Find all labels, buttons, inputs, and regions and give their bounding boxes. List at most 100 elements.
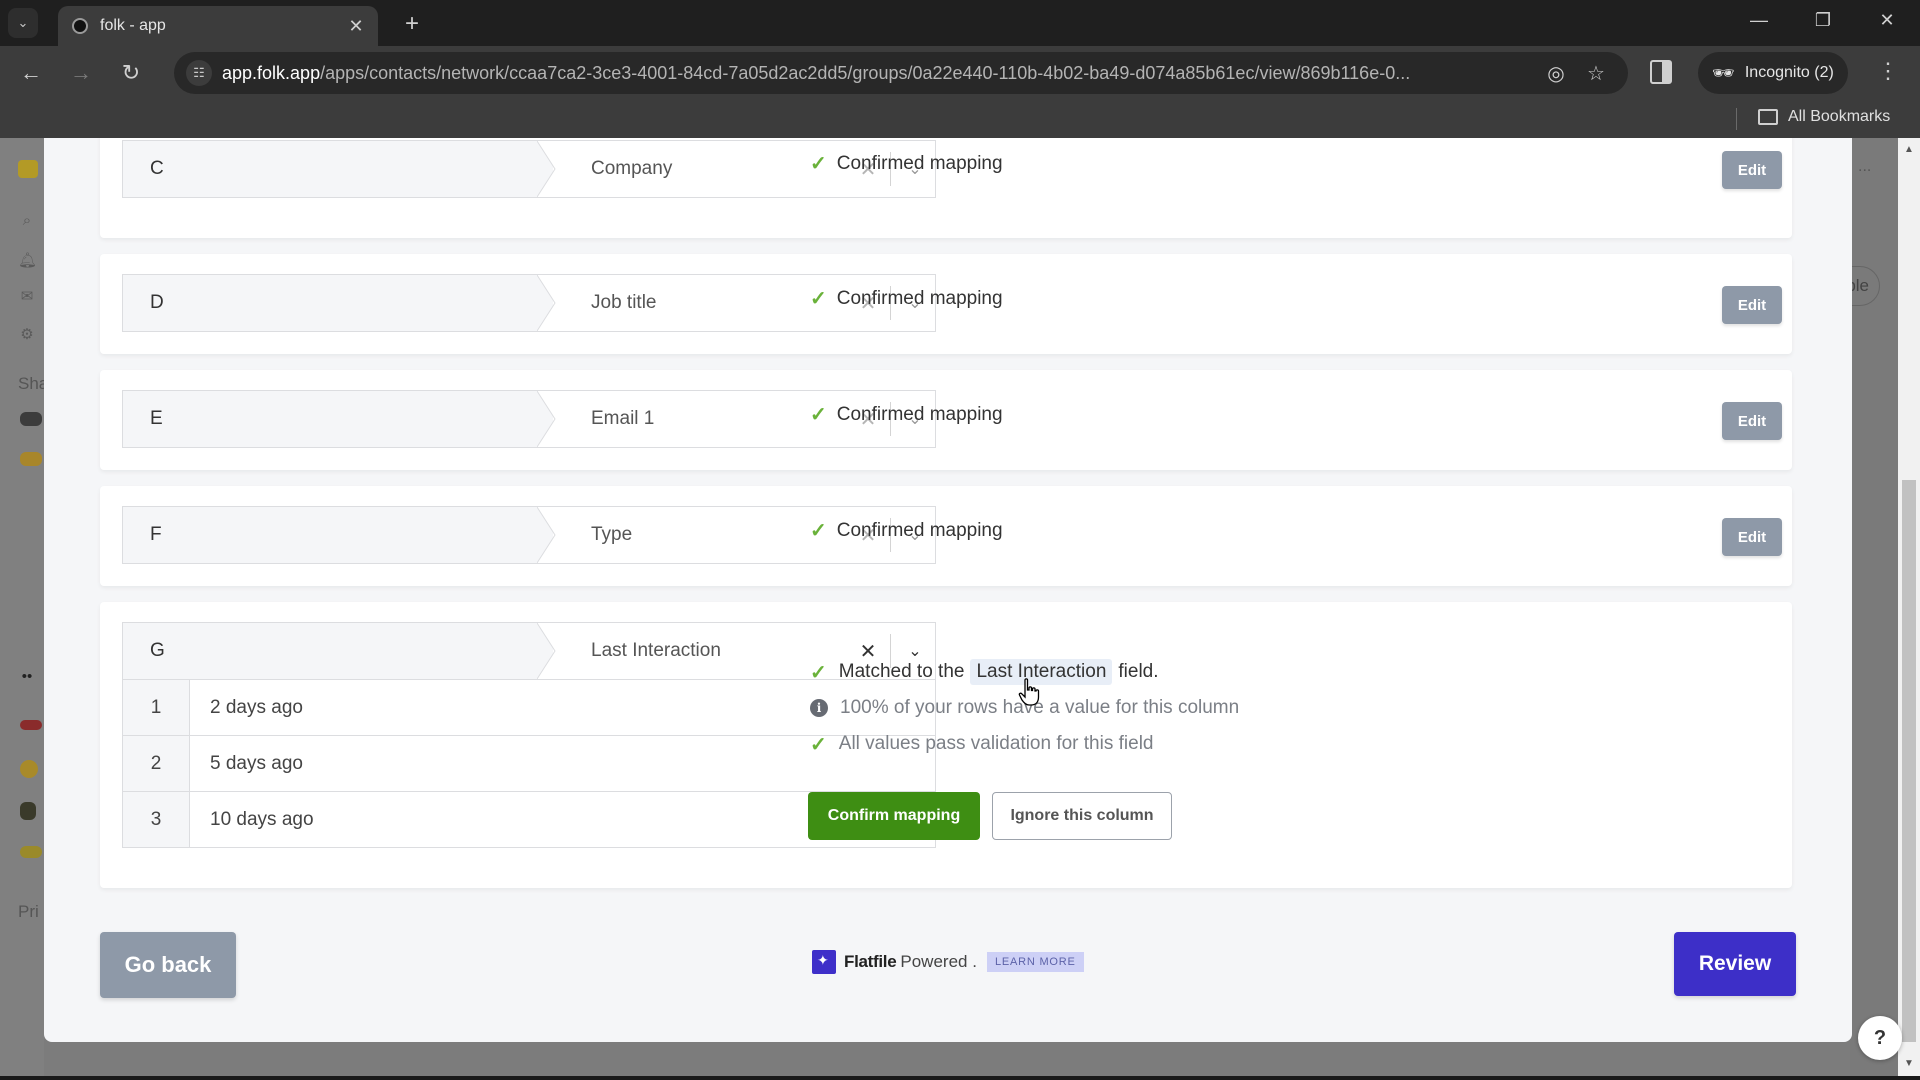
learn-more-link[interactable]: LEARN MORE bbox=[986, 952, 1084, 972]
mapping-card: D Job title ✕ ⌄ ✓ Confirmed mapping Edit bbox=[100, 254, 1792, 354]
folder-icon bbox=[1758, 109, 1778, 125]
arrow-chevron-icon bbox=[537, 141, 573, 197]
restore-icon[interactable]: ❐ bbox=[1808, 10, 1838, 31]
incognito-label: Incognito (2) bbox=[1744, 64, 1834, 81]
browser-menu-icon[interactable]: ⋮ bbox=[1876, 58, 1900, 84]
incognito-button[interactable]: 🕶 Incognito (2) bbox=[1698, 52, 1848, 94]
status-text: Confirmed mapping bbox=[836, 287, 1003, 309]
hand-cursor-icon bbox=[1018, 678, 1040, 706]
workspace-logo-icon bbox=[18, 160, 38, 178]
mapping-card: C Company ✕ ⌄ ✓ Confirmed mapping Edit bbox=[100, 138, 1792, 238]
tab-close-icon[interactable]: ✕ bbox=[346, 16, 366, 37]
incognito-icon: 🕶 bbox=[1712, 62, 1735, 83]
help-button[interactable]: ? bbox=[1858, 1016, 1902, 1060]
all-bookmarks-button[interactable]: All Bookmarks bbox=[1758, 108, 1890, 126]
briefcase-emoji-icon bbox=[20, 412, 42, 426]
all-bookmarks-label: All Bookmarks bbox=[1788, 108, 1891, 125]
source-column-label: F bbox=[123, 507, 553, 563]
mapping-card: F Type ✕ ⌄ ✓ Confirmed mapping Edit bbox=[100, 486, 1792, 586]
smiley-emoji-icon bbox=[20, 760, 38, 778]
checkmark-icon: ✓ bbox=[810, 404, 827, 426]
edit-button[interactable]: Edit bbox=[1722, 151, 1782, 189]
side-panel-icon[interactable] bbox=[1650, 60, 1672, 84]
scroll-down-arrow-icon[interactable]: ▼ bbox=[1902, 1058, 1916, 1069]
source-column-label: D bbox=[123, 275, 553, 331]
checkmark-icon: ✓ bbox=[810, 520, 827, 542]
validation-text: All values pass validation for this fiel… bbox=[838, 733, 1154, 754]
flatfile-logo-icon bbox=[812, 950, 836, 974]
detective-emoji-icon bbox=[20, 802, 36, 820]
review-button[interactable]: Review bbox=[1674, 932, 1796, 996]
browser-tab-strip: ⌄ folk - app ✕ + — ❐ ✕ bbox=[0, 0, 1920, 46]
gear-icon: ⚙ bbox=[20, 326, 34, 343]
folk-favicon-icon bbox=[72, 18, 88, 34]
eyes-emoji-icon: •• bbox=[21, 668, 33, 685]
mapping-status: ✓ Confirmed mapping bbox=[810, 151, 1003, 176]
shoe-emoji-icon bbox=[20, 720, 42, 730]
bookmarks-divider bbox=[1736, 108, 1737, 130]
edit-button[interactable]: Edit bbox=[1722, 518, 1782, 556]
browser-tab[interactable]: folk - app ✕ bbox=[58, 6, 378, 46]
matched-field-chip: Last Interaction bbox=[970, 659, 1113, 685]
status-text: Confirmed mapping bbox=[836, 152, 1003, 174]
mapping-status: ✓ Confirmed mapping bbox=[810, 402, 1003, 427]
arrow-chevron-icon bbox=[537, 391, 573, 447]
reload-icon[interactable]: ↻ bbox=[116, 58, 146, 88]
more-options-icon: ... bbox=[1858, 158, 1872, 175]
arrow-chevron-icon bbox=[537, 507, 573, 563]
bell-icon: 🔔︎ bbox=[18, 252, 38, 269]
search-icon: ⌕ bbox=[22, 212, 32, 229]
validation-line: ✓ All values pass validation for this fi… bbox=[810, 726, 1239, 762]
tab-search-button[interactable]: ⌄ bbox=[8, 8, 38, 38]
heart-emoji-icon bbox=[20, 846, 42, 858]
handshake-emoji-icon bbox=[20, 452, 42, 466]
checkmark-icon: ✓ bbox=[810, 288, 827, 310]
url-path: /apps/contacts/network/ccaa7ca2-3ce3-400… bbox=[320, 62, 1411, 83]
source-column-label: E bbox=[123, 391, 553, 447]
active-mapping-card: G Last Interaction ✕ ⌄ 1 2 days ago 2 5 … bbox=[100, 602, 1792, 888]
ignore-column-button[interactable]: Ignore this column bbox=[992, 792, 1172, 840]
row-number: 1 bbox=[123, 680, 190, 735]
mapping-status: ✓ Confirmed mapping bbox=[810, 286, 1003, 311]
checkmark-icon: ✓ bbox=[810, 153, 827, 175]
tab-title: folk - app bbox=[100, 17, 166, 34]
flatfile-powered-badge: Flatfile Powered . LEARN MORE bbox=[812, 950, 1084, 974]
eye-slash-icon[interactable]: ◎ bbox=[1536, 61, 1576, 86]
scroll-thumb[interactable] bbox=[1902, 480, 1916, 1042]
status-text: Confirmed mapping bbox=[836, 519, 1003, 541]
info-icon: i bbox=[810, 699, 828, 717]
flatfile-brand: Flatfile bbox=[844, 952, 897, 971]
validation-summary: ✓ Matched to the Last Interaction field.… bbox=[810, 654, 1239, 762]
row-number: 2 bbox=[123, 736, 190, 791]
bookmarks-bar: All Bookmarks bbox=[0, 100, 1920, 138]
edit-button[interactable]: Edit bbox=[1722, 402, 1782, 440]
forward-arrow-icon[interactable]: → bbox=[66, 58, 96, 88]
sidebar-section-private: Pri bbox=[18, 902, 39, 921]
source-column-label: C bbox=[123, 141, 553, 197]
new-tab-button[interactable]: + bbox=[398, 10, 426, 38]
edit-button[interactable]: Edit bbox=[1722, 286, 1782, 324]
arrow-chevron-icon bbox=[537, 623, 573, 679]
powered-text: Powered . bbox=[900, 952, 977, 971]
back-arrow-icon[interactable]: ← bbox=[16, 58, 46, 88]
confirm-mapping-button[interactable]: Confirm mapping bbox=[808, 792, 980, 840]
bottom-strip bbox=[0, 1076, 1920, 1080]
page-scrollbar[interactable]: ▲ ▼ bbox=[1898, 138, 1920, 1080]
bookmark-star-icon[interactable]: ☆ bbox=[1576, 61, 1616, 86]
site-info-icon[interactable]: ☷ bbox=[186, 60, 212, 86]
scroll-up-arrow-icon[interactable]: ▲ bbox=[1902, 144, 1916, 155]
browser-toolbar: ← → ↻ ☷ app.folk.app/apps/contacts/netwo… bbox=[0, 46, 1920, 100]
row-number: 3 bbox=[123, 792, 190, 847]
window-close-icon[interactable]: ✕ bbox=[1872, 10, 1902, 31]
chevron-down-icon: ⌄ bbox=[17, 15, 29, 30]
import-mapping-modal: C Company ✕ ⌄ ✓ Confirmed mapping Edit D bbox=[44, 138, 1852, 1042]
address-bar[interactable]: ☷ app.folk.app/apps/contacts/network/cca… bbox=[174, 52, 1628, 94]
status-text: Confirmed mapping bbox=[836, 403, 1003, 425]
url-host: app.folk.app bbox=[222, 62, 321, 83]
source-column-label: G bbox=[123, 623, 553, 679]
url-text[interactable]: app.folk.app/apps/contacts/network/ccaa7… bbox=[222, 63, 1536, 84]
minimize-icon[interactable]: — bbox=[1744, 10, 1774, 31]
go-back-button[interactable]: Go back bbox=[100, 932, 236, 998]
background-sidebar: ⌕ 🔔︎ ✉ ⚙ Sha •• Pri bbox=[0, 138, 48, 1080]
checkmark-icon: ✓ bbox=[810, 661, 827, 684]
